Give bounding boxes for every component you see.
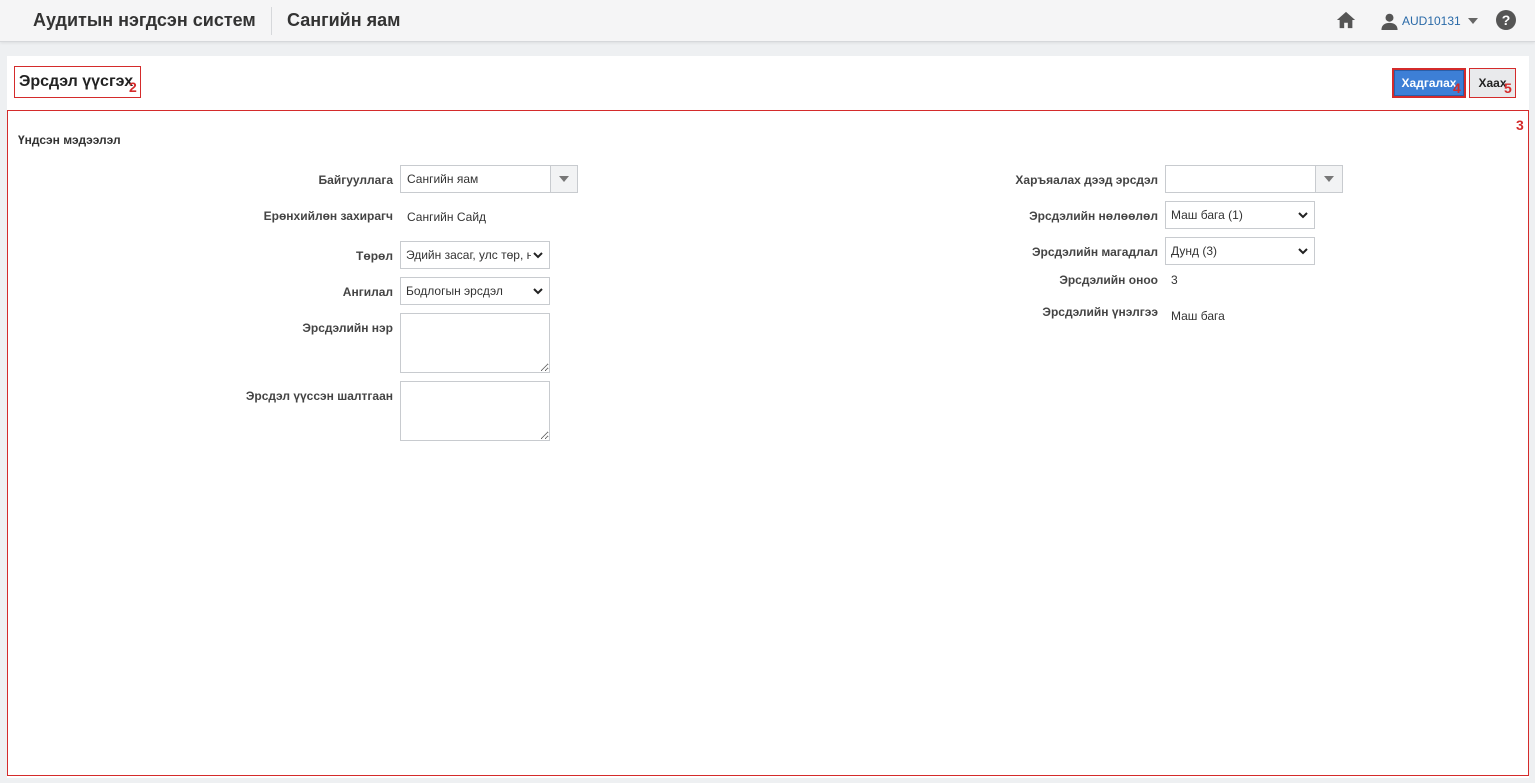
organization-combobox[interactable]: Сангийн яам <box>400 165 578 193</box>
parent-risk-combobox[interactable] <box>1165 165 1343 193</box>
risk-assessment-label: Эрсдэлийн үнэлгээ <box>1042 305 1158 319</box>
page-title-container: Эрсдэл үүсгэх 2 <box>14 66 141 98</box>
category-select[interactable]: Бодлогын эрсдэл <box>400 277 550 305</box>
risk-impact-label: Эрсдэлийн нөлөөлөл <box>1029 209 1158 223</box>
user-menu[interactable]: AUD10131 <box>1380 10 1478 32</box>
chevron-down-icon <box>1298 212 1308 219</box>
form-region: 3 Үндсэн мэдээлэл Байгууллага Сангийн яа… <box>7 110 1529 776</box>
save-button-label: Хадгалах <box>1401 76 1457 90</box>
parent-risk-label: Харъяалах дээд эрсдэл <box>1015 173 1158 187</box>
home-icon[interactable] <box>1335 10 1357 30</box>
risk-cause-textarea[interactable] <box>400 381 550 441</box>
chevron-down-icon <box>533 252 543 259</box>
caret-down-icon[interactable] <box>1467 18 1478 24</box>
parent-risk-dropdown-button[interactable] <box>1315 166 1342 192</box>
risk-cause-label: Эрсдэл үүссэн шалтгаан <box>245 389 393 403</box>
organization-dropdown-button[interactable] <box>550 166 577 192</box>
chevron-down-icon <box>1298 248 1308 255</box>
close-button-label: Хаах <box>1478 76 1507 90</box>
category-value: Бодлогын эрсдэл <box>406 284 503 298</box>
app-title[interactable]: Аудитын нэгдсэн систем <box>33 10 256 31</box>
page-title: Эрсдэл үүсгэх <box>19 73 134 90</box>
main-panel: Эрсдэл үүсгэх 2 Хадгалах 4 Хаах 5 3 Үндс… <box>7 56 1529 778</box>
risk-impact-value: Маш бага (1) <box>1171 208 1243 222</box>
title-separator <box>271 7 272 35</box>
chevron-down-icon <box>533 288 543 295</box>
dropdown-arrow-icon <box>559 176 569 182</box>
section-title: Үндсэн мэдээлэл <box>18 133 121 147</box>
risk-probability-select[interactable]: Дунд (3) <box>1165 237 1315 265</box>
annotation-marker-save: 4 <box>1453 80 1461 96</box>
help-icon[interactable]: ? <box>1495 9 1517 31</box>
annotation-marker-title: 2 <box>129 79 137 95</box>
risk-assessment-value: Маш бага <box>1171 309 1225 323</box>
organization-value: Сангийн яам <box>407 172 479 186</box>
risk-probability-value: Дунд (3) <box>1171 244 1218 258</box>
type-label: Төрөл <box>356 249 393 263</box>
risk-score-value: 3 <box>1171 273 1178 287</box>
annotation-marker-form: 3 <box>1516 117 1524 133</box>
type-value: Эдийн засаг, улс төр, нийгмийн <box>406 248 531 262</box>
organization-label: Байгууллага <box>318 173 393 187</box>
risk-probability-label: Эрсдэлийн магадлал <box>1031 245 1158 259</box>
category-label: Ангилал <box>342 285 393 299</box>
risk-name-label: Эрсдэлийн нэр <box>302 321 393 335</box>
risk-name-textarea[interactable] <box>400 313 550 373</box>
dropdown-arrow-icon <box>1324 176 1334 182</box>
user-name[interactable]: AUD10131 <box>1402 14 1461 28</box>
risk-impact-select[interactable]: Маш бага (1) <box>1165 201 1315 229</box>
user-icon <box>1381 13 1398 30</box>
svg-text:?: ? <box>1502 12 1511 28</box>
organization-title: Сангийн яам <box>287 10 401 30</box>
general-manager-value: Сангийн Сайд <box>407 210 487 224</box>
risk-score-label: Эрсдэлийн оноо <box>1059 273 1158 287</box>
type-select[interactable]: Эдийн засаг, улс төр, нийгмийн <box>400 241 550 269</box>
general-manager-label: Ерөнхийлөн захирагч <box>263 209 393 223</box>
annotation-marker-close: 5 <box>1504 80 1512 96</box>
top-header: Аудитын нэгдсэн систем Сангийн яам AUD10… <box>0 0 1535 42</box>
